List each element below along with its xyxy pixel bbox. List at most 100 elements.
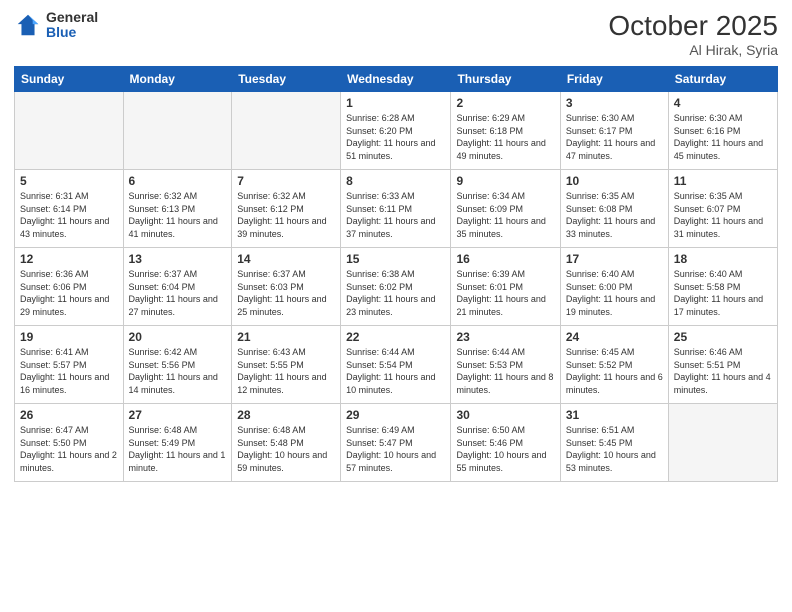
calendar-cell xyxy=(668,404,777,482)
day-number: 31 xyxy=(566,408,663,422)
day-info: Sunrise: 6:32 AM Sunset: 6:12 PM Dayligh… xyxy=(237,190,335,240)
day-number: 3 xyxy=(566,96,663,110)
day-number: 25 xyxy=(674,330,772,344)
day-info: Sunrise: 6:34 AM Sunset: 6:09 PM Dayligh… xyxy=(456,190,554,240)
day-number: 14 xyxy=(237,252,335,266)
day-number: 15 xyxy=(346,252,445,266)
day-info: Sunrise: 6:29 AM Sunset: 6:18 PM Dayligh… xyxy=(456,112,554,162)
calendar-cell: 17 Sunrise: 6:40 AM Sunset: 6:00 PM Dayli… xyxy=(560,248,668,326)
col-thursday: Thursday xyxy=(451,67,560,92)
day-info: Sunrise: 6:44 AM Sunset: 5:54 PM Dayligh… xyxy=(346,346,445,396)
week-row-4: 26 Sunrise: 6:47 AM Sunset: 5:50 PM Dayli… xyxy=(15,404,778,482)
day-info: Sunrise: 6:30 AM Sunset: 6:17 PM Dayligh… xyxy=(566,112,663,162)
calendar-cell: 5 Sunrise: 6:31 AM Sunset: 6:14 PM Daylig… xyxy=(15,170,124,248)
location: Al Hirak, Syria xyxy=(608,42,778,58)
calendar-cell: 4Sunrise: 6:30 AM Sunset: 6:16 PM Daylig… xyxy=(668,92,777,170)
day-info: Sunrise: 6:36 AM Sunset: 6:06 PM Dayligh… xyxy=(20,268,118,318)
calendar-cell xyxy=(123,92,232,170)
day-number: 18 xyxy=(674,252,772,266)
day-info: Sunrise: 6:35 AM Sunset: 6:08 PM Dayligh… xyxy=(566,190,663,240)
calendar-cell: 6Sunrise: 6:32 AM Sunset: 6:13 PM Daylig… xyxy=(123,170,232,248)
calendar-cell xyxy=(232,92,341,170)
day-number: 21 xyxy=(237,330,335,344)
calendar-cell: 30Sunrise: 6:50 AM Sunset: 5:46 PM Dayli… xyxy=(451,404,560,482)
week-row-3: 19 Sunrise: 6:41 AM Sunset: 5:57 PM Dayli… xyxy=(15,326,778,404)
day-info: Sunrise: 6:40 AM Sunset: 5:58 PM Dayligh… xyxy=(674,268,772,318)
calendar-cell: 24 Sunrise: 6:45 AM Sunset: 5:52 PM Dayli… xyxy=(560,326,668,404)
calendar-cell: 10 Sunrise: 6:35 AM Sunset: 6:08 PM Dayli… xyxy=(560,170,668,248)
day-info: Sunrise: 6:37 AM Sunset: 6:04 PM Dayligh… xyxy=(129,268,227,318)
calendar-cell: 14 Sunrise: 6:37 AM Sunset: 6:03 PM Dayli… xyxy=(232,248,341,326)
col-wednesday: Wednesday xyxy=(341,67,451,92)
calendar-cell: 31 Sunrise: 6:51 AM Sunset: 5:45 PM Dayli… xyxy=(560,404,668,482)
calendar-cell: 15Sunrise: 6:38 AM Sunset: 6:02 PM Dayli… xyxy=(341,248,451,326)
day-info: Sunrise: 6:33 AM Sunset: 6:11 PM Dayligh… xyxy=(346,190,445,240)
day-number: 11 xyxy=(674,174,772,188)
day-number: 26 xyxy=(20,408,118,422)
day-number: 12 xyxy=(20,252,118,266)
day-info: Sunrise: 6:37 AM Sunset: 6:03 PM Dayligh… xyxy=(237,268,335,318)
day-number: 7 xyxy=(237,174,335,188)
calendar-cell: 11 Sunrise: 6:35 AM Sunset: 6:07 PM Dayli… xyxy=(668,170,777,248)
calendar-cell: 3 Sunrise: 6:30 AM Sunset: 6:17 PM Daylig… xyxy=(560,92,668,170)
col-monday: Monday xyxy=(123,67,232,92)
day-number: 2 xyxy=(456,96,554,110)
day-number: 8 xyxy=(346,174,445,188)
day-number: 24 xyxy=(566,330,663,344)
day-info: Sunrise: 6:41 AM Sunset: 5:57 PM Dayligh… xyxy=(20,346,118,396)
day-info: Sunrise: 6:45 AM Sunset: 5:52 PM Dayligh… xyxy=(566,346,663,396)
day-number: 1 xyxy=(346,96,445,110)
day-number: 20 xyxy=(129,330,227,344)
month-title: October 2025 xyxy=(608,10,778,42)
day-info: Sunrise: 6:43 AM Sunset: 5:55 PM Dayligh… xyxy=(237,346,335,396)
day-number: 27 xyxy=(129,408,227,422)
page-header: General Blue October 2025 Al Hirak, Syri… xyxy=(14,10,778,58)
day-number: 29 xyxy=(346,408,445,422)
day-number: 28 xyxy=(237,408,335,422)
day-number: 4 xyxy=(674,96,772,110)
day-info: Sunrise: 6:47 AM Sunset: 5:50 PM Dayligh… xyxy=(20,424,118,474)
day-number: 17 xyxy=(566,252,663,266)
calendar-cell: 7 Sunrise: 6:32 AM Sunset: 6:12 PM Daylig… xyxy=(232,170,341,248)
logo-icon xyxy=(14,11,42,39)
col-saturday: Saturday xyxy=(668,67,777,92)
calendar-cell: 27 Sunrise: 6:48 AM Sunset: 5:49 PM Dayli… xyxy=(123,404,232,482)
day-number: 5 xyxy=(20,174,118,188)
calendar-cell: 20 Sunrise: 6:42 AM Sunset: 5:56 PM Dayli… xyxy=(123,326,232,404)
col-friday: Friday xyxy=(560,67,668,92)
calendar-cell: 8 Sunrise: 6:33 AM Sunset: 6:11 PM Daylig… xyxy=(341,170,451,248)
day-number: 13 xyxy=(129,252,227,266)
calendar-cell: 1Sunrise: 6:28 AM Sunset: 6:20 PM Daylig… xyxy=(341,92,451,170)
calendar-cell: 12 Sunrise: 6:36 AM Sunset: 6:06 PM Dayli… xyxy=(15,248,124,326)
day-info: Sunrise: 6:50 AM Sunset: 5:46 PM Dayligh… xyxy=(456,424,554,474)
calendar-cell: 18 Sunrise: 6:40 AM Sunset: 5:58 PM Dayli… xyxy=(668,248,777,326)
week-row-0: 1Sunrise: 6:28 AM Sunset: 6:20 PM Daylig… xyxy=(15,92,778,170)
col-sunday: Sunday xyxy=(15,67,124,92)
day-info: Sunrise: 6:35 AM Sunset: 6:07 PM Dayligh… xyxy=(674,190,772,240)
day-info: Sunrise: 6:48 AM Sunset: 5:49 PM Dayligh… xyxy=(129,424,227,474)
calendar-table: Sunday Monday Tuesday Wednesday Thursday… xyxy=(14,66,778,482)
calendar-cell: 26 Sunrise: 6:47 AM Sunset: 5:50 PM Dayli… xyxy=(15,404,124,482)
week-row-1: 5 Sunrise: 6:31 AM Sunset: 6:14 PM Daylig… xyxy=(15,170,778,248)
day-info: Sunrise: 6:49 AM Sunset: 5:47 PM Dayligh… xyxy=(346,424,445,474)
day-info: Sunrise: 6:42 AM Sunset: 5:56 PM Dayligh… xyxy=(129,346,227,396)
calendar-cell: 29 Sunrise: 6:49 AM Sunset: 5:47 PM Dayli… xyxy=(341,404,451,482)
day-info: Sunrise: 6:48 AM Sunset: 5:48 PM Dayligh… xyxy=(237,424,335,474)
day-number: 22 xyxy=(346,330,445,344)
day-info: Sunrise: 6:32 AM Sunset: 6:13 PM Dayligh… xyxy=(129,190,227,240)
logo: General Blue xyxy=(14,10,98,41)
day-number: 10 xyxy=(566,174,663,188)
logo-blue: Blue xyxy=(46,25,98,40)
day-info: Sunrise: 6:44 AM Sunset: 5:53 PM Dayligh… xyxy=(456,346,554,396)
day-info: Sunrise: 6:39 AM Sunset: 6:01 PM Dayligh… xyxy=(456,268,554,318)
calendar-header-row: Sunday Monday Tuesday Wednesday Thursday… xyxy=(15,67,778,92)
calendar-cell: 23Sunrise: 6:44 AM Sunset: 5:53 PM Dayli… xyxy=(451,326,560,404)
day-info: Sunrise: 6:31 AM Sunset: 6:14 PM Dayligh… xyxy=(20,190,118,240)
col-tuesday: Tuesday xyxy=(232,67,341,92)
day-info: Sunrise: 6:40 AM Sunset: 6:00 PM Dayligh… xyxy=(566,268,663,318)
logo-text: General Blue xyxy=(46,10,98,41)
calendar-cell xyxy=(15,92,124,170)
calendar-cell: 13 Sunrise: 6:37 AM Sunset: 6:04 PM Dayli… xyxy=(123,248,232,326)
day-info: Sunrise: 6:51 AM Sunset: 5:45 PM Dayligh… xyxy=(566,424,663,474)
day-number: 19 xyxy=(20,330,118,344)
